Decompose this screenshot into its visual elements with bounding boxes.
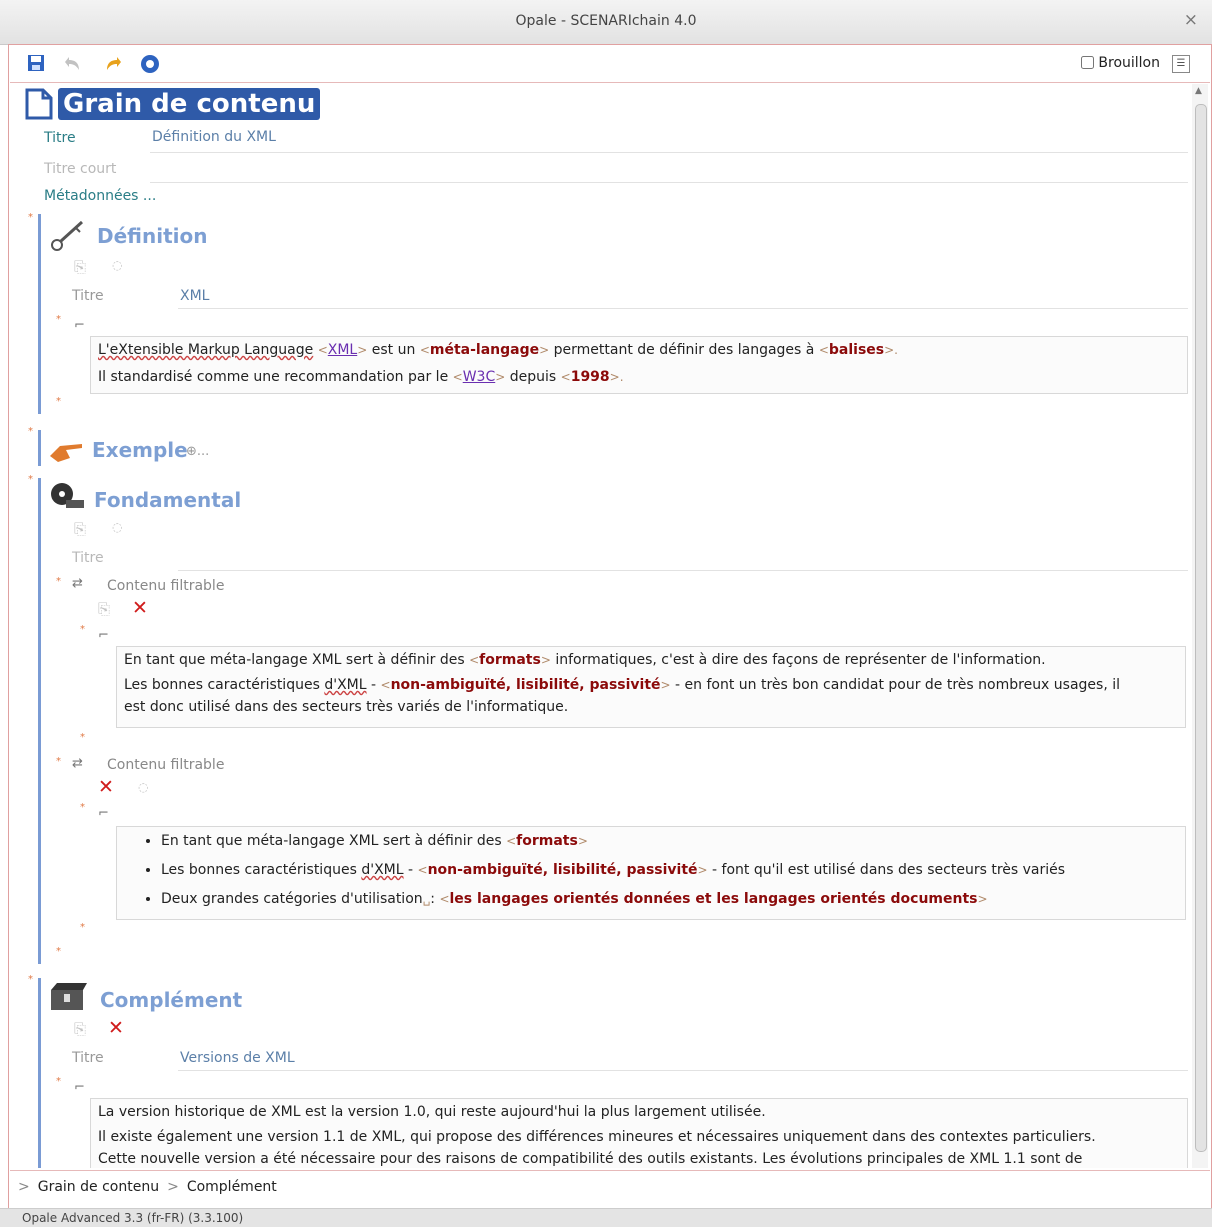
editor-content: Grain de contenu Titre Définition du XML…: [10, 84, 1188, 1168]
complement-titre-field[interactable]: Versions de XML: [180, 1050, 295, 1066]
insert-point-marker[interactable]: *: [80, 624, 85, 635]
save-icon[interactable]: [26, 54, 46, 74]
complement-title[interactable]: Complément: [100, 988, 242, 1012]
insert-point-marker[interactable]: *: [56, 756, 61, 767]
grain-title[interactable]: Grain de contenu: [58, 88, 321, 120]
vertical-scrollbar[interactable]: ▲: [1192, 84, 1208, 1168]
copy-icon[interactable]: ⎘: [98, 600, 110, 618]
insert-point-marker[interactable]: *: [56, 396, 61, 407]
list-item[interactable]: En tant que méta-langage XML sert à défi…: [161, 827, 1185, 856]
paragraph-icon: ⌐: [74, 1080, 85, 1095]
document-icon: [24, 88, 54, 124]
definition-titre-underline: [178, 308, 1188, 309]
redo-icon[interactable]: [102, 54, 122, 74]
status-bar: Opale Advanced 3.3 (fr-FR) (3.3.100): [0, 1208, 1212, 1227]
complement-titre-underline: [178, 1070, 1188, 1071]
copy-icon[interactable]: ⎘: [74, 258, 86, 276]
breadcrumb-item-complement[interactable]: Complément: [187, 1179, 277, 1195]
delete-icon[interactable]: ✕: [108, 1017, 124, 1039]
exemple-bar: [38, 430, 41, 466]
draft-label: Brouillon: [1098, 55, 1160, 71]
paragraph-icon: ⌐: [74, 318, 85, 333]
insert-point-marker[interactable]: *: [28, 426, 33, 437]
info-icon[interactable]: ◌: [112, 258, 122, 272]
paragraph-icon: ⌐: [98, 628, 109, 643]
delete-icon[interactable]: ✕: [98, 776, 114, 798]
titre-label: Titre: [44, 130, 76, 146]
fondamental-bar: [38, 478, 41, 964]
insert-point-marker[interactable]: *: [28, 974, 33, 985]
insert-point-marker[interactable]: *: [80, 732, 85, 743]
delete-icon[interactable]: ✕: [132, 597, 148, 619]
draft-checkbox[interactable]: [1081, 56, 1095, 69]
insert-point-marker[interactable]: *: [56, 946, 61, 957]
filter-icon: ⇄: [72, 576, 83, 591]
complement-text[interactable]: La version historique de XML est la vers…: [90, 1098, 1188, 1168]
copy-icon[interactable]: ⎘: [74, 1020, 86, 1038]
pointing-hand-icon: [48, 432, 86, 468]
complement-bar: [38, 978, 41, 1168]
insert-point-marker[interactable]: *: [56, 314, 61, 325]
info-icon[interactable]: ◌: [112, 520, 122, 534]
insert-point-marker[interactable]: *: [80, 802, 85, 813]
contenu-filtrable-list[interactable]: En tant que méta-langage XML sert à défi…: [116, 826, 1186, 920]
window-titlebar: Opale - SCENARIchain 4.0 ×: [0, 0, 1212, 45]
chest-icon: [48, 980, 88, 1018]
scrollbar-thumb[interactable]: [1195, 104, 1207, 1152]
insert-point-marker[interactable]: *: [56, 576, 61, 587]
contenu-filtrable-label[interactable]: Contenu filtrable: [107, 757, 224, 773]
titre-court-field[interactable]: [150, 182, 1188, 183]
scroll-up-icon[interactable]: ▲: [1195, 86, 1202, 96]
contenu-filtrable-text[interactable]: En tant que méta-langage XML sert à défi…: [116, 646, 1186, 728]
insert-point-marker[interactable]: *: [28, 212, 33, 223]
exemple-expand-icon[interactable]: ⊕...: [186, 444, 209, 459]
titre-underline: [150, 152, 1188, 153]
reel-icon: [48, 480, 86, 518]
contenu-filtrable-label[interactable]: Contenu filtrable: [107, 578, 224, 594]
breadcrumb: > Grain de contenu > Complément: [10, 1170, 1210, 1202]
list-item[interactable]: Deux grandes catégories d'utilisation␣: …: [161, 885, 1185, 914]
toggle-panel-icon[interactable]: ☰: [1172, 55, 1190, 73]
draft-checkbox-label[interactable]: Brouillon: [1081, 55, 1160, 71]
undo-icon[interactable]: [64, 54, 84, 74]
filter-icon: ⇄: [72, 756, 83, 771]
fondamental-title[interactable]: Fondamental: [94, 488, 241, 512]
insert-point-marker[interactable]: *: [80, 922, 85, 933]
definition-title[interactable]: Définition: [97, 224, 207, 248]
copy-icon[interactable]: ⎘: [74, 520, 86, 538]
breadcrumb-item-grain[interactable]: Grain de contenu: [38, 1179, 159, 1195]
window-title: Opale - SCENARIchain 4.0: [515, 13, 697, 29]
definition-bar: [38, 214, 41, 414]
definition-text[interactable]: L'eXtensible Markup Language <XML> est u…: [90, 336, 1188, 394]
info-icon[interactable]: ◌: [138, 780, 148, 794]
definition-titre-label: Titre: [72, 288, 104, 304]
help-icon[interactable]: [140, 54, 160, 74]
breadcrumb-separator: >: [18, 1179, 30, 1195]
insert-point-marker[interactable]: *: [56, 1076, 61, 1087]
close-icon[interactable]: ×: [1184, 10, 1198, 30]
definition-titre-field[interactable]: XML: [180, 288, 209, 304]
titre-field[interactable]: Définition du XML: [152, 129, 276, 145]
insert-point-marker[interactable]: *: [28, 474, 33, 485]
complement-titre-label: Titre: [72, 1050, 104, 1066]
fondamental-titre-field[interactable]: [178, 570, 1188, 571]
metadonnees-link[interactable]: Métadonnées ...: [44, 188, 156, 204]
fondamental-titre-label: Titre: [72, 550, 104, 566]
titre-court-label: Titre court: [44, 161, 117, 177]
breadcrumb-separator: >: [167, 1179, 179, 1195]
key-icon: [50, 218, 90, 256]
list-item[interactable]: Les bonnes caractéristiques d'XML - <non…: [161, 856, 1185, 885]
exemple-title[interactable]: Exemple: [92, 438, 188, 462]
toolbar: Brouillon ☰: [10, 46, 1210, 83]
paragraph-icon: ⌐: [98, 806, 109, 821]
